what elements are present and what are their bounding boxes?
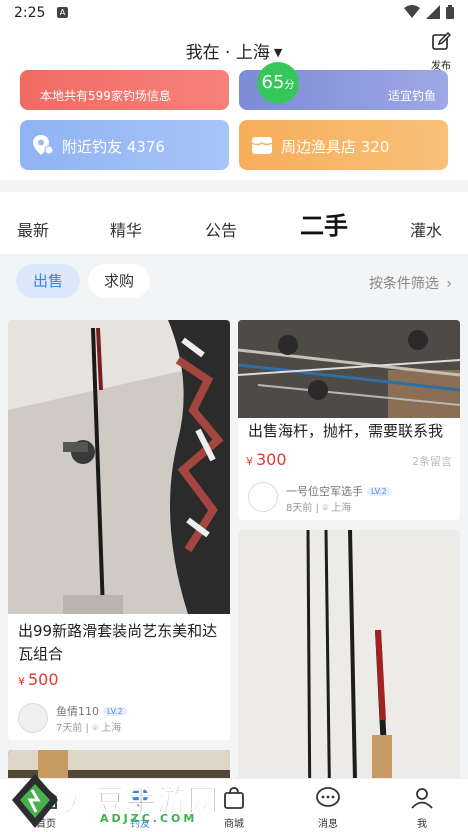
tab-secondhand[interactable]: 二手	[300, 206, 348, 241]
watermark-subtitle: ADJZC.COM	[100, 812, 198, 825]
notification-icon: A	[57, 7, 68, 18]
condition-filter-link[interactable]: 按条件筛选 ›	[369, 273, 452, 293]
comment-count: 2条留言	[412, 455, 452, 468]
info-cards: 本地共有599家钓场信息 适宜钓鱼 65分 附近钓友 4376 周边渔具店 32…	[0, 62, 468, 180]
battery-icon	[446, 5, 454, 19]
post-meta: 7天前 | ⌾ 上海	[56, 723, 122, 734]
tab-announcements[interactable]: 公告	[205, 217, 237, 241]
fishing-rods-photo	[238, 320, 460, 418]
nav-messages[interactable]: 消息	[298, 787, 358, 830]
post-city: 上海	[101, 723, 122, 734]
site-watermark: 爱豆手游网 ADJZC.COM	[8, 766, 268, 830]
watermark-logo	[12, 774, 58, 828]
nav-messages-label: 消息	[318, 819, 338, 830]
post-title: 出售海杆，抛杆，需要联系我	[248, 422, 444, 440]
post-price: ¥300	[246, 450, 287, 469]
price-value: 500	[28, 670, 59, 689]
score-unit: 分	[284, 80, 295, 91]
caret-down-icon: ▼	[273, 46, 283, 59]
post-card[interactable]: 出99新路滑套装尚艺东美和达瓦组合 ¥500 鱼倩110 LV.2 7天前 | ⌾…	[8, 320, 230, 740]
tab-latest[interactable]: 最新	[17, 217, 49, 241]
post-photo	[238, 320, 460, 418]
post-time: 8天前	[286, 503, 313, 514]
currency-symbol: ¥	[18, 675, 25, 688]
tackle-shops-card[interactable]: 周边渔具店 320	[239, 120, 448, 170]
category-tabs: 最新 精华 公告 二手 灌水	[0, 192, 468, 254]
post-price: ¥500	[18, 670, 59, 689]
avatar[interactable]	[248, 482, 278, 512]
fishing-rod-photo	[8, 320, 230, 614]
buy-filter-button[interactable]: 求购	[88, 264, 150, 298]
post-author[interactable]: 鱼倩110 LV.2	[56, 703, 127, 719]
status-time: 2:25	[14, 5, 46, 21]
location-selector[interactable]: 我在 · 上海 ▼	[0, 38, 468, 63]
shop-icon	[251, 137, 273, 154]
app-screen: 2:25 A 我在 · 上海 ▼ 发布 本地共有599家钓场信息 适宜钓鱼 65…	[0, 0, 468, 832]
shops-label: 周边渔具店 320	[281, 138, 390, 156]
spots-subtitle: 本地共有599家钓场信息	[40, 89, 171, 103]
nearby-anglers-card[interactable]: 附近钓友 4376	[20, 120, 229, 170]
wifi-icon	[404, 5, 420, 18]
person-icon	[411, 788, 433, 809]
price-value: 300	[256, 450, 287, 469]
avatar[interactable]	[18, 703, 48, 733]
location-label: 我在 · 上海	[185, 43, 270, 63]
weather-subtitle: 适宜钓鱼	[387, 89, 436, 103]
post-photo	[8, 320, 230, 614]
level-badge: LV.2	[103, 707, 127, 716]
edit-icon	[432, 32, 451, 50]
level-badge: LV.2	[367, 487, 391, 496]
post-time: 7天前	[56, 723, 83, 734]
nav-profile-label: 我	[417, 819, 427, 830]
fishing-score-badge: 65分	[257, 62, 299, 104]
filter-row: 出售 求购 按条件筛选 ›	[0, 254, 468, 308]
anglers-label: 附近钓友 4376	[62, 138, 165, 156]
chevron-right-icon: ›	[446, 276, 452, 292]
location-icon: ⌾	[322, 503, 329, 514]
post-city: 上海	[331, 503, 352, 514]
post-card[interactable]: 出售海杆，抛杆，需要联系我 ¥300 2条留言 一号位空军选手 LV.2 8天前 …	[238, 320, 460, 520]
chat-icon	[316, 787, 340, 807]
sell-filter-button[interactable]: 出售	[16, 264, 80, 298]
condition-filter-label: 按条件筛选	[368, 276, 439, 292]
post-meta: 8天前 | ⌾ 上海	[286, 503, 352, 514]
author-name: 鱼倩110	[56, 705, 99, 718]
post-title: 出99新路滑套装尚艺东美和达瓦组合	[18, 622, 218, 663]
nav-profile[interactable]: 我	[392, 787, 452, 830]
currency-symbol: ¥	[246, 455, 253, 468]
tab-featured[interactable]: 精华	[110, 217, 142, 241]
status-icons	[404, 5, 454, 19]
fishing-spots-card[interactable]: 本地共有599家钓场信息	[20, 70, 229, 110]
author-name: 一号位空军选手	[286, 485, 363, 498]
post-author[interactable]: 一号位空军选手 LV.2	[286, 483, 391, 499]
tab-chat[interactable]: 灌水	[410, 217, 442, 241]
signal-icon	[426, 5, 440, 19]
location-icon: ⌾	[92, 723, 99, 734]
top-header: 我在 · 上海 ▼ 发布	[0, 26, 468, 72]
location-pin-icon	[33, 135, 54, 155]
fishing-score: 65	[261, 72, 285, 93]
status-bar: 2:25 A	[0, 0, 468, 26]
publish-button[interactable]: 发布	[428, 32, 454, 72]
